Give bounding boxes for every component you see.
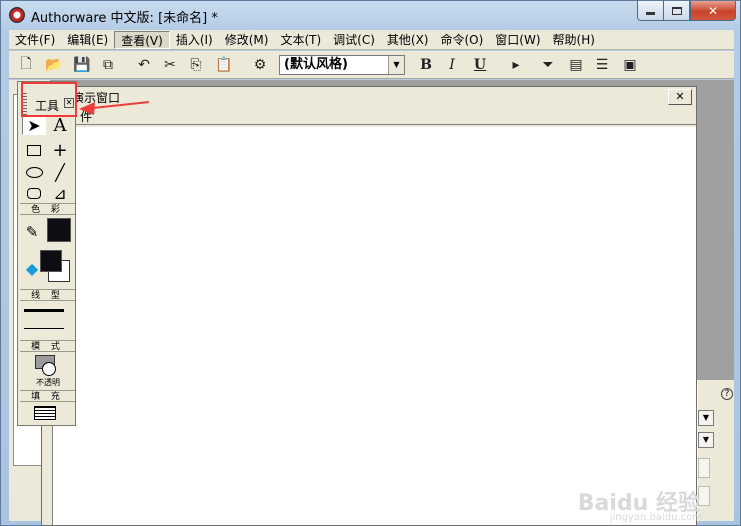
crosshair-icon: + — [52, 139, 68, 161]
undo-icon[interactable]: ↶ — [133, 55, 155, 75]
text-style-select[interactable]: (默认风格) ▼ — [279, 55, 405, 75]
maximize-button[interactable] — [663, 1, 690, 21]
open-folder-icon[interactable]: 📂 — [43, 55, 65, 75]
mode-section-label: 模 式 — [20, 340, 75, 352]
rectangle-tool[interactable] — [22, 140, 46, 160]
main-toolbar: 🗋 📂 💾 ⧉ ↶ ✂ ⎘ 📋 ⚙ (默认风格) ▼ B I U ▸ ⏷ ▤ ☰… — [9, 51, 734, 79]
watermark-url: jingyan.baidu.com — [609, 512, 702, 523]
properties-panel: ? ▼ ▼ — [697, 380, 734, 521]
mode-circle-icon — [42, 362, 56, 376]
properties-field-1[interactable] — [698, 458, 710, 478]
line-type-section-label: 线 型 — [20, 289, 75, 301]
save-all-icon[interactable]: 💾 — [71, 55, 93, 75]
new-file-icon[interactable]: 🗋 — [15, 55, 37, 75]
menu-file[interactable]: 文件(F) — [9, 31, 61, 49]
rounded-rectangle-icon — [27, 187, 41, 199]
pencil-icon: ✎ — [25, 223, 39, 241]
menu-modify[interactable]: 修改(M) — [219, 31, 275, 49]
annotation-highlight-box — [21, 82, 77, 117]
close-icon: ✕ — [707, 3, 719, 18]
chevron-down-icon: ▼ — [388, 56, 404, 74]
menu-view[interactable]: 查看(V) — [114, 30, 170, 49]
fill-section-label: 填 充 — [20, 390, 75, 402]
window-title: Authorware 中文版: [未命名] * — [31, 11, 218, 26]
diagonal-line-icon: ╱ — [55, 162, 65, 182]
run-icon[interactable]: ▸ — [505, 55, 527, 75]
find-icon[interactable]: ⚙ — [249, 55, 271, 75]
paste-icon[interactable]: 📋 — [213, 55, 235, 75]
paint-bucket-icon: ◆ — [25, 258, 39, 278]
tools-palette: 工具 ✕ ➤ A + ╱ ⊿ 色 彩 ✎ ◆ 线 型 模 式 不透明 填 充 — [17, 81, 76, 426]
variables-icon[interactable]: ☰ — [591, 55, 613, 75]
fill-pattern-icon[interactable] — [34, 406, 56, 420]
title-bar: Authorware 中文版: [未命名] * ✕ — [1, 1, 740, 29]
knowledge-objects-icon[interactable]: ▣ — [619, 55, 641, 75]
menu-window[interactable]: 窗口(W) — [489, 31, 546, 49]
presentation-window: 演示窗口 ✕ 件 — [41, 86, 697, 526]
italic-button[interactable]: I — [441, 55, 463, 75]
pointer-tool[interactable]: ➤ — [22, 115, 46, 135]
help-icon[interactable]: ? — [721, 388, 733, 400]
mode-value: 不透明 — [36, 378, 60, 387]
authorware-logo-icon — [9, 7, 25, 23]
close-button[interactable]: ✕ — [690, 1, 736, 21]
maximize-icon — [671, 6, 682, 15]
workspace-area: ? ▼ ▼ 演示窗口 ✕ 件 — [9, 80, 734, 526]
copy-icon[interactable]: ⎘ — [185, 55, 207, 75]
ellipse-icon — [25, 166, 43, 178]
line-color-tool[interactable]: ✎ — [20, 222, 44, 242]
diagonal-line-tool[interactable]: ╱ — [48, 162, 72, 182]
text-tool[interactable]: A — [48, 115, 72, 136]
menu-help[interactable]: 帮助(H) — [547, 31, 601, 49]
line-color-swatch[interactable] — [47, 218, 71, 242]
foreground-color-swatch[interactable] — [40, 250, 62, 272]
color-section-label: 色 彩 — [20, 203, 75, 215]
line-type-thick[interactable] — [24, 309, 64, 312]
menu-bar: 文件(F) 编辑(E) 查看(V) 插入(I) 修改(M) 文本(T) 调试(C… — [9, 30, 734, 50]
straight-line-tool[interactable]: + — [48, 139, 72, 161]
bold-button[interactable]: B — [415, 55, 437, 75]
menu-insert[interactable]: 插入(I) — [170, 31, 219, 49]
import-icon[interactable]: ⧉ — [97, 55, 119, 75]
menu-other[interactable]: 其他(X) — [381, 31, 435, 49]
menu-command[interactable]: 命令(O) — [434, 31, 489, 49]
menu-edit[interactable]: 编辑(E) — [61, 31, 114, 49]
presentation-canvas[interactable] — [52, 127, 696, 525]
cut-icon[interactable]: ✂ — [159, 55, 181, 75]
rectangle-icon — [27, 144, 41, 156]
rounded-rectangle-tool[interactable] — [22, 183, 46, 203]
app-window: Authorware 中文版: [未命名] * ✕ 文件(F) 编辑(E) 查看… — [0, 0, 741, 526]
ellipse-tool[interactable] — [22, 162, 46, 182]
functions-icon[interactable]: ▤ — [565, 55, 587, 75]
underline-button[interactable]: U — [469, 55, 491, 75]
menu-text[interactable]: 文本(T) — [274, 31, 327, 49]
presentation-close-button[interactable]: ✕ — [668, 89, 692, 105]
polygon-icon: ⊿ — [53, 183, 67, 203]
minimize-button[interactable] — [637, 1, 664, 21]
control-panel-icon[interactable]: ⏷ — [537, 55, 559, 75]
annotation-arrow-icon — [79, 101, 150, 115]
minimize-icon — [646, 12, 655, 15]
line-type-thin[interactable] — [24, 328, 64, 329]
properties-dropdown-1[interactable]: ▼ — [698, 410, 714, 426]
text-style-value: (默认风格) — [284, 57, 348, 72]
menu-debug[interactable]: 调试(C) — [327, 31, 381, 49]
arrow-pointer-icon: ➤ — [27, 115, 41, 135]
polygon-tool[interactable]: ⊿ — [48, 183, 72, 203]
properties-dropdown-2[interactable]: ▼ — [698, 432, 714, 448]
